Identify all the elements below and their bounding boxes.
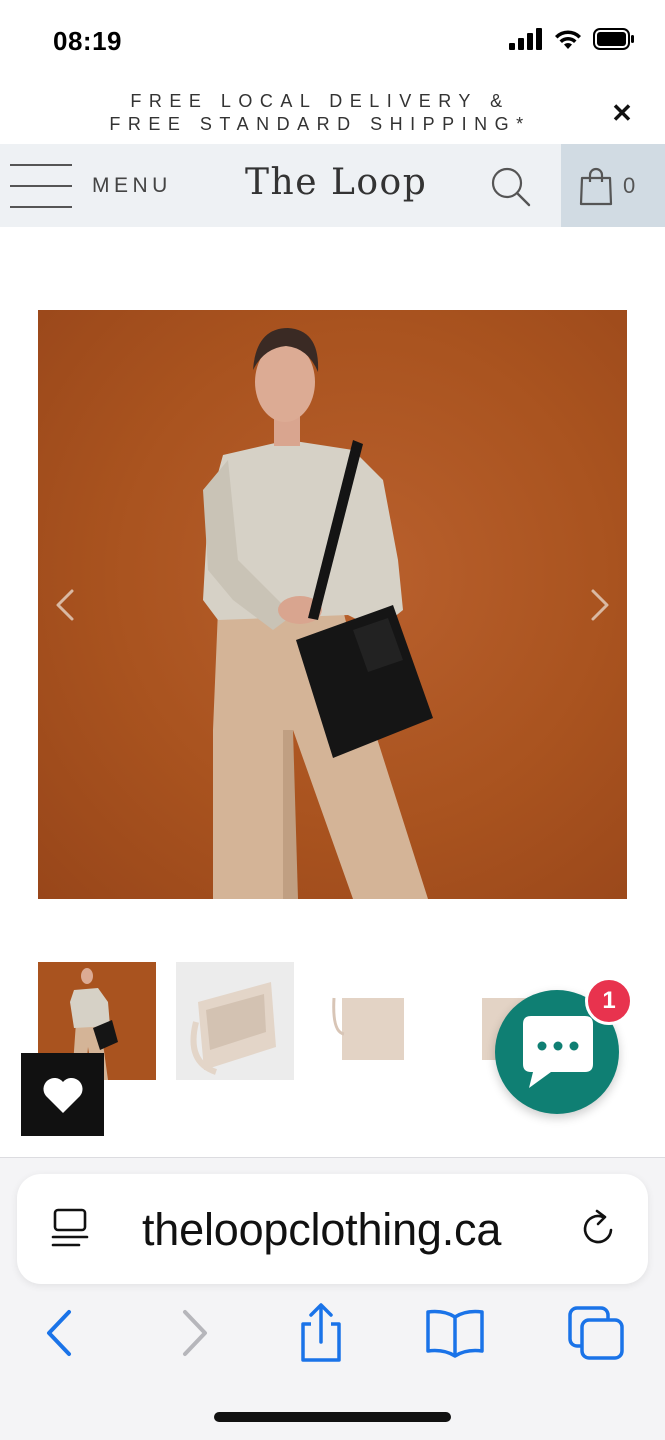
cart-count: 0 xyxy=(623,172,636,198)
status-bar: 08:19 xyxy=(0,0,665,84)
status-time: 08:19 xyxy=(53,26,122,56)
chevron-left-icon[interactable] xyxy=(46,585,86,625)
wishlist-button[interactable] xyxy=(21,1053,104,1136)
thumbnail-bag-open-image xyxy=(190,982,276,1075)
shopping-bag-icon xyxy=(579,167,613,205)
tabs-icon xyxy=(568,1306,624,1360)
site-logo[interactable]: The Loop xyxy=(245,162,427,203)
menu-label: MENU xyxy=(92,173,172,197)
chevron-left-icon xyxy=(47,1310,71,1356)
product-photo xyxy=(203,328,433,899)
thumbnail-2[interactable] xyxy=(176,962,294,1080)
announcement-text: FREE LOCAL DELIVERY & FREE STANDARD SHIP… xyxy=(40,90,600,136)
url-text: theloopclothing.ca xyxy=(142,1204,502,1255)
book-icon xyxy=(426,1309,484,1358)
announcement-close-button[interactable]: ✕ xyxy=(607,98,637,128)
cart-button[interactable]: 0 xyxy=(561,144,665,227)
home-indicator[interactable] xyxy=(214,1412,451,1422)
share-icon xyxy=(301,1303,341,1362)
address-bar[interactable]: theloopclothing.ca xyxy=(17,1174,648,1284)
browser-toolbar: theloopclothing.ca xyxy=(0,1157,665,1440)
heart-icon xyxy=(42,1077,83,1113)
menu-button[interactable]: MENU xyxy=(10,144,172,227)
announcement-line-1: FREE LOCAL DELIVERY & xyxy=(130,91,510,111)
status-icons xyxy=(509,28,635,50)
thumbnail-3[interactable] xyxy=(314,962,432,1080)
share-button[interactable] xyxy=(289,1301,353,1365)
forward-button[interactable] xyxy=(162,1301,226,1365)
search-icon[interactable] xyxy=(488,164,532,208)
signal-icon xyxy=(509,28,542,50)
reader-mode-icon[interactable] xyxy=(49,1206,93,1252)
chevron-right-icon[interactable] xyxy=(579,585,619,625)
chat-notification-badge: 1 xyxy=(585,977,633,1025)
hamburger-icon xyxy=(10,163,72,208)
chevron-right-icon xyxy=(183,1310,207,1356)
wifi-icon xyxy=(555,30,581,49)
product-image[interactable] xyxy=(38,310,627,899)
announcement-bar: FREE LOCAL DELIVERY & FREE STANDARD SHIP… xyxy=(0,84,665,144)
site-header: MENU The Loop 0 xyxy=(0,144,665,227)
thumbnail-bag-front-image xyxy=(332,997,404,1060)
back-button[interactable] xyxy=(28,1301,92,1365)
battery-icon xyxy=(593,28,634,50)
bookmarks-button[interactable] xyxy=(423,1301,487,1365)
announcement-line-2: FREE STANDARD SHIPPING* xyxy=(109,114,531,134)
close-icon: ✕ xyxy=(611,98,633,128)
reload-icon[interactable] xyxy=(577,1206,621,1252)
tabs-button[interactable] xyxy=(564,1301,628,1365)
